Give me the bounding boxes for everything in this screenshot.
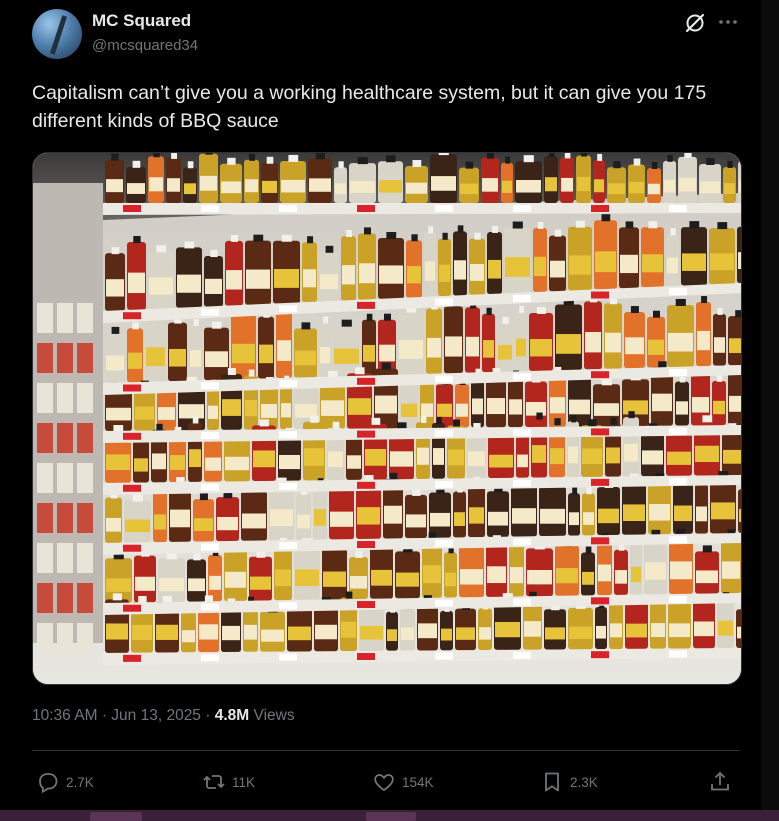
like-count: 154K [402,774,434,790]
bbq-shelf-photo [33,153,741,684]
tweet-date[interactable]: Jun 13, 2025 [111,707,201,724]
views-label: Views [253,707,295,724]
meta-separator: · [101,707,107,724]
share-button[interactable] [708,765,738,799]
action-bar: 2.7K 11K 154K 2.3K [32,765,740,799]
tweet-meta: 10:36 AM · Jun 13, 2025 · 4.8M Views [32,707,295,725]
avatar-figure [49,15,68,55]
divider [32,750,740,751]
taskbar-item[interactable] [366,812,416,821]
reply-icon [39,773,58,794]
author-handle[interactable]: @mcsquared34 [92,37,198,54]
retweet-button[interactable]: 11K [202,765,255,799]
bookmark-count: 2.3K [570,774,598,790]
more-icon[interactable] [716,10,740,34]
reply-button[interactable]: 2.7K [36,765,94,799]
meta-separator-2: · [205,707,211,724]
author-avatar[interactable] [32,9,82,59]
taskbar [0,810,779,821]
like-button[interactable]: 154K [372,765,434,799]
snack-rack [37,303,93,653]
tweet-card: MC Squared @mcsquared34 Capitalism can’t… [0,0,762,810]
views-count: 4.8M [214,707,250,724]
bookmark-button[interactable]: 2.3K [540,765,598,799]
scrollbar[interactable] [761,0,779,810]
reply-count: 2.7K [66,774,94,790]
bookmark-icon [545,772,559,792]
taskbar-item[interactable] [90,812,142,821]
share-icon [711,771,729,791]
tweet-text: Capitalism can’t give you a working heal… [32,82,707,132]
retweet-icon [203,775,225,789]
tweet-photo[interactable] [32,152,742,685]
tweet-time[interactable]: 10:36 AM [32,707,98,724]
retweet-count: 11K [232,774,256,790]
author-name[interactable]: MC Squared [92,11,191,31]
grok-icon[interactable] [683,11,707,35]
like-icon [374,774,394,792]
